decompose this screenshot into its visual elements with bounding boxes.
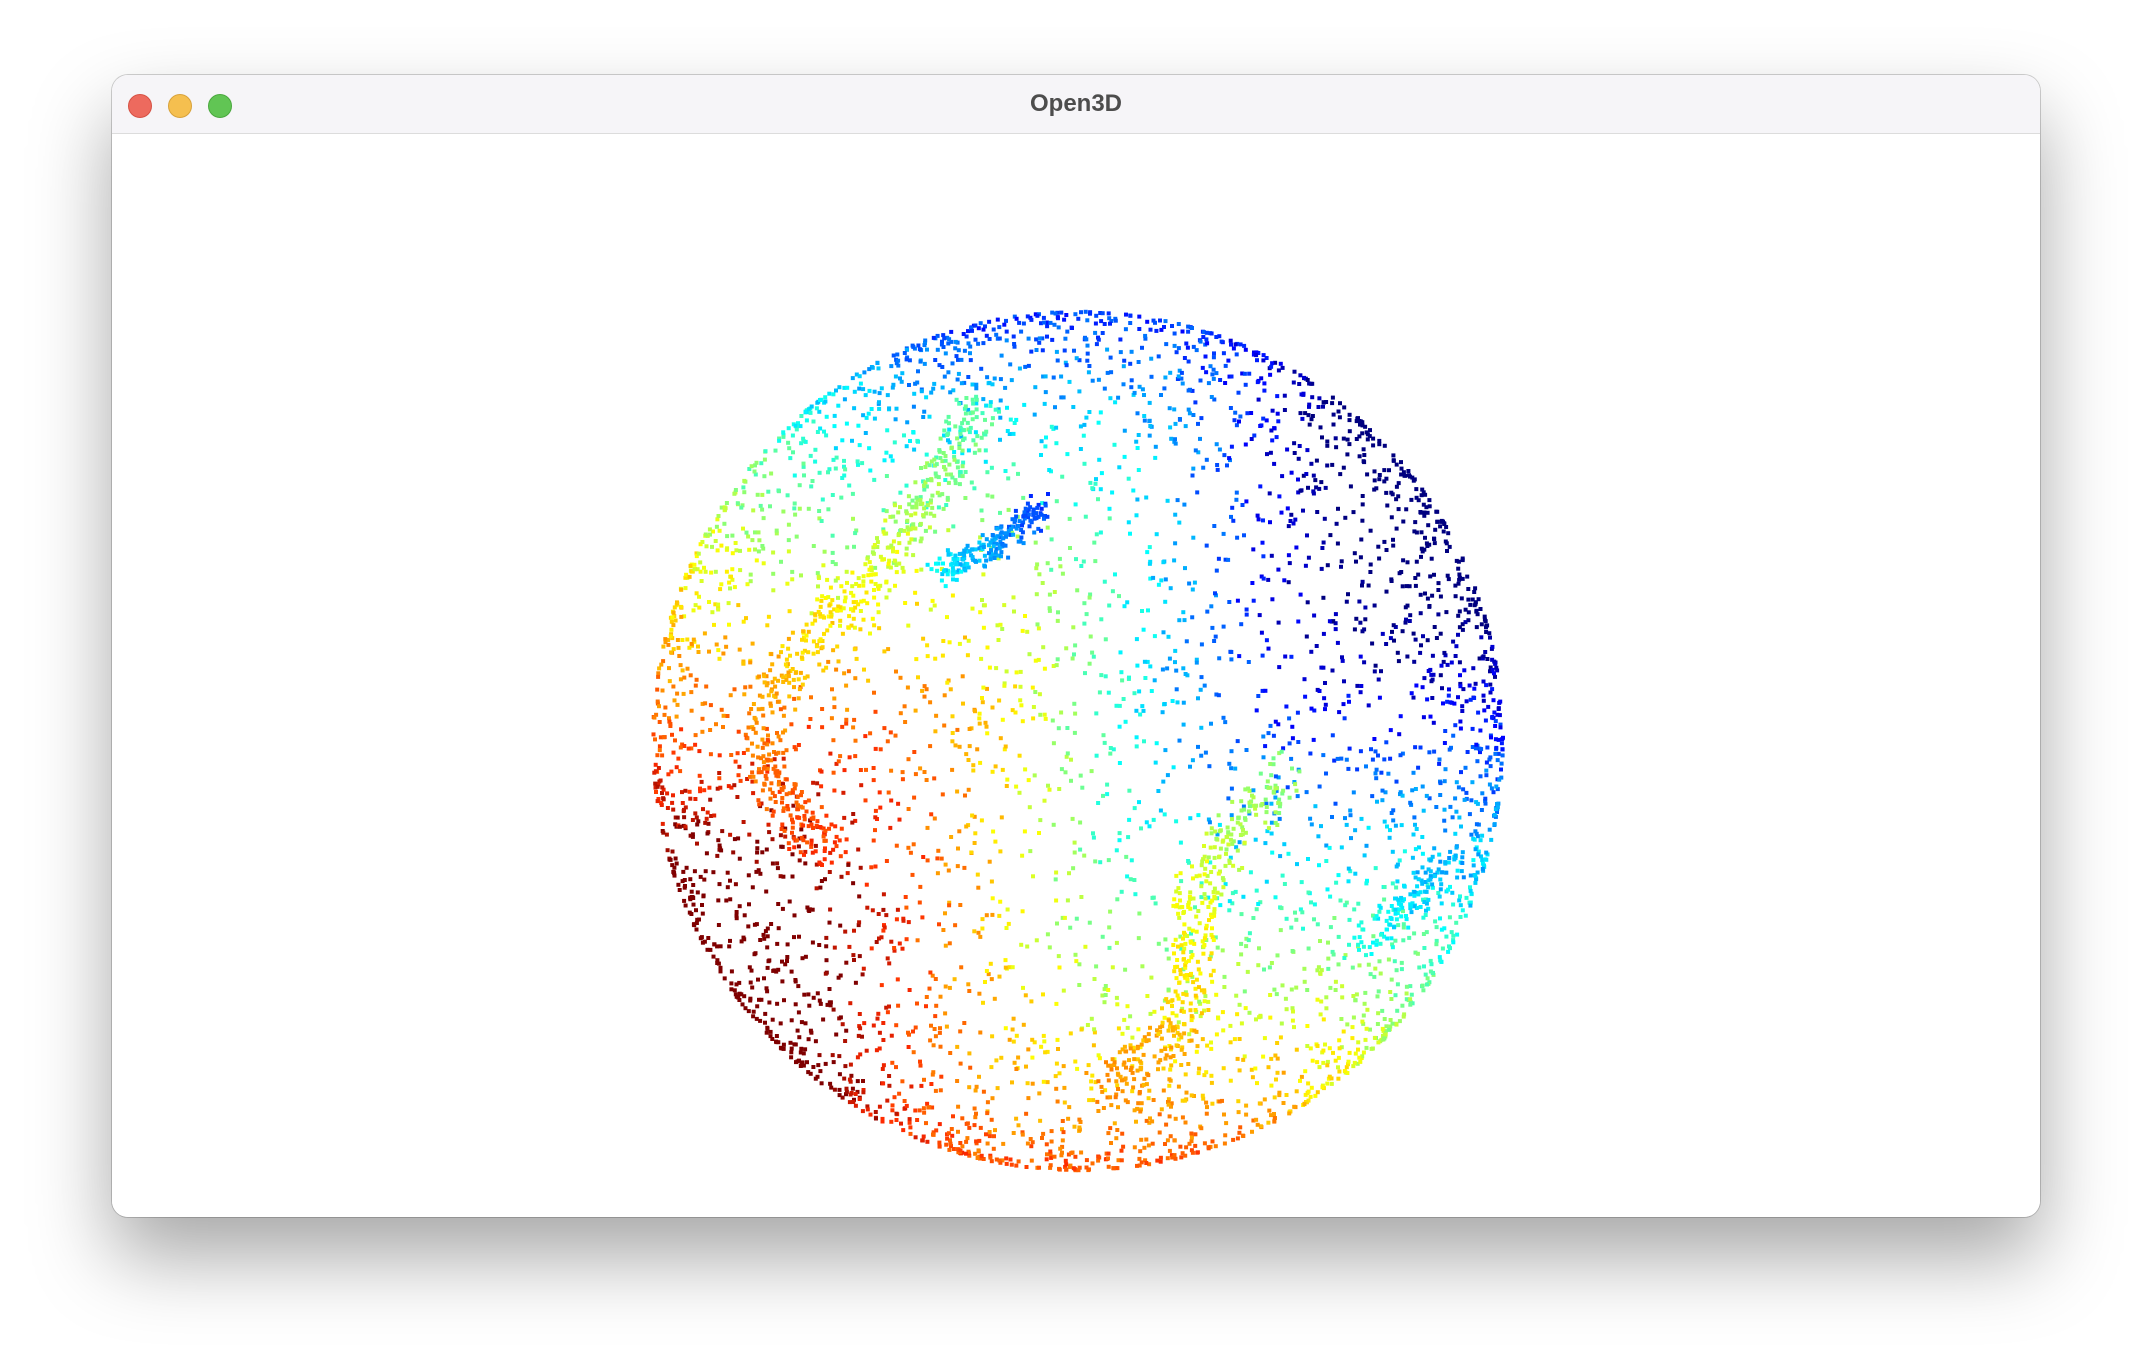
window-title: Open3D (1029, 90, 1122, 117)
open3d-window: Open3D (112, 75, 2040, 1217)
desktop: Open3D (0, 0, 2144, 1360)
point-cloud (651, 309, 1505, 1173)
point-cloud-points (651, 309, 1505, 1173)
title-bar[interactable]: Open3D (112, 75, 2040, 134)
3d-viewport[interactable] (112, 134, 2040, 1217)
